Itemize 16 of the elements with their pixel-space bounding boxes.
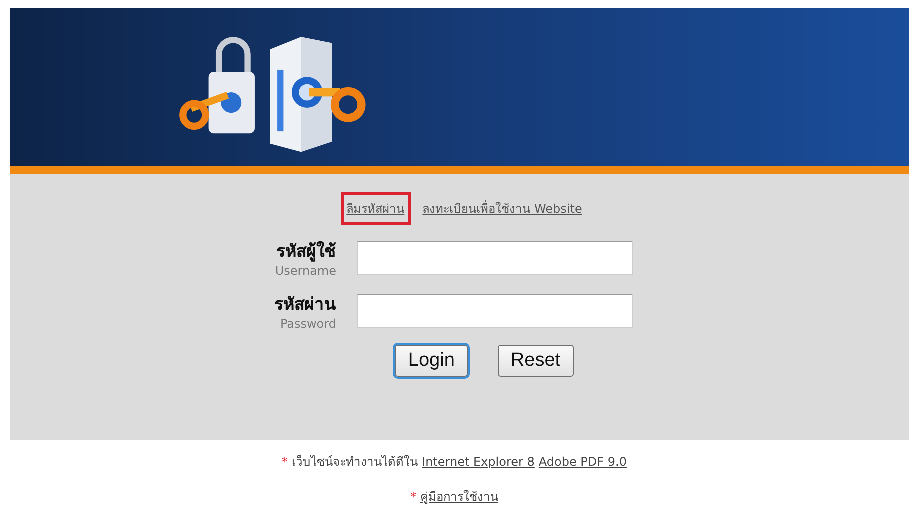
asterisk: * (410, 490, 416, 504)
link[interactable]: Internet Explorer 8 (422, 455, 535, 469)
field-label: รหัสผ่าน (274, 294, 336, 317)
link[interactable]: Adobe PDF 9.0 (538, 455, 627, 469)
input-field[interactable] (356, 240, 632, 274)
form-button[interactable]: Login (395, 345, 468, 377)
field-label: รหัสผู้ใช้ (276, 240, 336, 264)
form-button[interactable]: Reset (498, 345, 574, 377)
link[interactable]: ลงทะเบียนเพื่อใช้งาน Website (416, 192, 588, 225)
input-field[interactable] (356, 294, 632, 328)
asterisk: * (282, 455, 288, 469)
link[interactable]: คู่มือการใช้งาน (420, 487, 498, 506)
note-text: เว็บไซน์จะทำงานได้ดีใน (292, 454, 418, 471)
link[interactable]: ลืมรหัสผ่าน (340, 192, 411, 225)
field-sublabel: Username (275, 264, 336, 278)
field-sublabel: Password (280, 317, 336, 331)
